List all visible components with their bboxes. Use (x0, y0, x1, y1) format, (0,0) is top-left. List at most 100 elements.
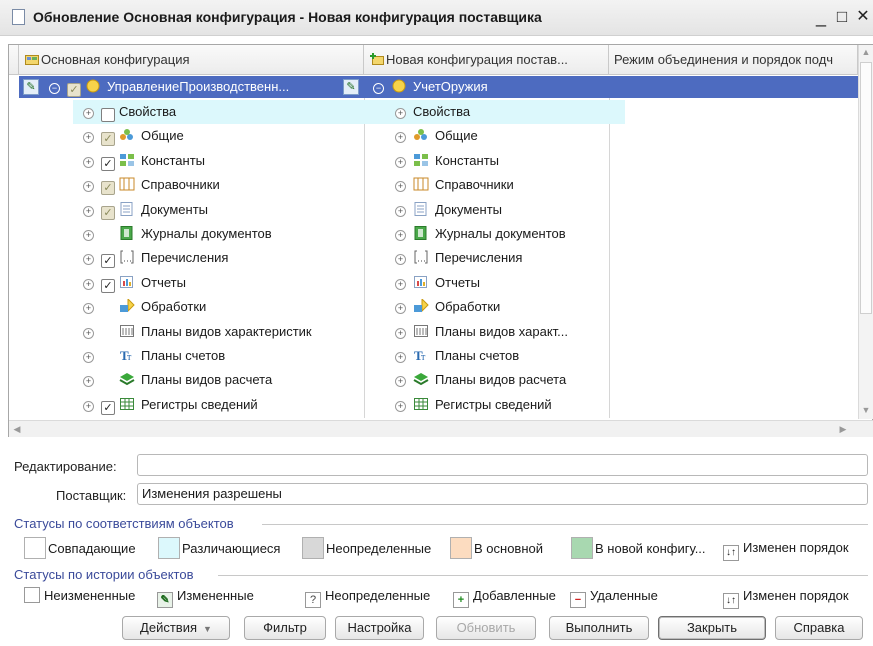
vendor-tree-item[interactable]: + Отчеты (395, 271, 480, 295)
collapse-icon[interactable]: − (373, 83, 384, 94)
column-header-mode-label: Режим объединения и порядок подч (614, 52, 834, 67)
vendor-tree-item[interactable]: + Тт Планы счетов (395, 344, 519, 368)
close-dialog-button[interactable]: Закрыть (658, 616, 766, 640)
scroll-left-arrow[interactable]: ◀ (9, 421, 25, 437)
main-tree-item[interactable]: + Обработки (83, 295, 206, 319)
tree-item-label: Общие (435, 128, 478, 144)
expand-icon[interactable]: + (395, 278, 406, 290)
vendor-tree-item[interactable]: + Документы (395, 198, 502, 222)
expand-icon[interactable]: + (395, 327, 406, 339)
main-tree-item[interactable]: + Планы видов расчета (83, 368, 272, 392)
main-tree-item[interactable]: + ✓ Регистры сведений (83, 393, 258, 417)
help-button[interactable]: Справка (775, 616, 863, 640)
vendor-tree-item[interactable]: + Обработки (395, 295, 500, 319)
expand-icon[interactable]: + (83, 278, 94, 290)
expand-icon[interactable]: + (83, 181, 94, 193)
include-checkbox[interactable]: ✓ (101, 254, 115, 269)
main-tree-item[interactable]: + ✓ Отчеты (83, 271, 186, 295)
scrollbar-thumb[interactable] (860, 62, 872, 314)
vertical-scrollbar[interactable]: ▲ ▼ (858, 45, 873, 419)
vendor-tree-item[interactable]: + Планы видов расчета (395, 368, 566, 392)
editing-field[interactable] (137, 454, 868, 476)
vendor-tree-item[interactable]: + Константы (395, 149, 499, 173)
scroll-up-arrow[interactable]: ▲ (859, 45, 873, 60)
close-button[interactable]: ✕ (853, 6, 873, 28)
vendor-tree-item[interactable]: + Журналы документов (395, 222, 566, 246)
expand-icon[interactable]: + (395, 254, 406, 266)
root-checkbox[interactable]: ✓ (67, 83, 81, 97)
minimize-button[interactable]: _ (811, 6, 831, 28)
filter-button[interactable]: Фильтр (244, 616, 326, 640)
expand-icon[interactable]: + (395, 303, 406, 315)
main-tree-item[interactable]: + ✓ Общие (83, 124, 184, 148)
vendor-tree-item[interactable]: + Справочники (395, 173, 514, 197)
expand-icon[interactable]: + (395, 181, 406, 193)
expand-icon[interactable]: + (83, 376, 94, 388)
tree-item-label: Перечисления (141, 250, 229, 266)
expand-icon[interactable]: + (395, 376, 406, 388)
refresh-button[interactable]: Обновить (436, 616, 536, 640)
maximize-button[interactable]: □ (832, 6, 852, 28)
expand-icon[interactable]: + (83, 108, 94, 119)
main-tree-item[interactable]: + ✓ Свойства (73, 100, 391, 124)
expand-icon[interactable]: + (395, 230, 406, 241)
main-tree-item[interactable]: + Журналы документов (83, 222, 272, 246)
execute-button[interactable]: Выполнить (549, 616, 649, 640)
vendor-tree-item[interactable]: + Общие (395, 124, 478, 148)
column-header-mode[interactable]: Режим объединения и порядок подч (609, 45, 858, 75)
vendor-root-row[interactable]: − УчетОружия (373, 76, 488, 98)
reports-icon (119, 275, 135, 289)
expand-icon[interactable]: + (395, 108, 406, 119)
horizontal-scrollbar[interactable]: ◀ ▶ (9, 420, 873, 437)
include-checkbox[interactable]: ✓ (101, 278, 115, 293)
expand-icon[interactable]: + (395, 352, 406, 363)
scroll-down-arrow[interactable]: ▼ (859, 403, 873, 418)
include-checkbox[interactable]: ✓ (101, 181, 115, 196)
tree-item-label: Планы видов характ... (435, 323, 569, 339)
include-checkbox[interactable]: ✓ (101, 108, 115, 122)
expand-icon[interactable]: + (395, 400, 406, 412)
scroll-right-arrow[interactable]: ▶ (835, 421, 851, 437)
main-root-row[interactable]: − ✓ УправлениеПроизводственн... (49, 76, 289, 98)
expand-icon[interactable]: + (83, 352, 94, 363)
legend-label: Неопределенные (326, 541, 432, 556)
expand-icon[interactable]: + (395, 205, 406, 217)
vendor-field[interactable]: Изменения разрешены (137, 483, 868, 505)
expand-icon[interactable]: + (83, 254, 94, 266)
expand-icon[interactable]: + (83, 303, 94, 315)
merge-toggle-main[interactable]: ✎ (19, 76, 43, 98)
main-tree-item[interactable]: + ✓ Справочники (83, 173, 220, 197)
include-checkbox[interactable]: ✓ (101, 156, 115, 171)
settings-button[interactable]: Настройка (335, 616, 424, 640)
main-tree-item[interactable]: + ✓ Константы (83, 149, 205, 173)
match-legend-item: Совпадающие (24, 537, 136, 559)
main-tree-item[interactable]: + Планы видов характеристик (83, 320, 312, 344)
vendor-tree-item[interactable]: + Перечисления (395, 246, 522, 270)
vendor-tree-item[interactable]: + Регистры сведений (395, 393, 552, 417)
main-tree-item[interactable]: + Тт Планы счетов (83, 344, 225, 368)
expand-icon[interactable]: + (83, 230, 94, 241)
include-checkbox[interactable]: ✓ (101, 132, 115, 147)
match-status-group-title: Статусы по соответствиям объектов (14, 516, 234, 531)
comparison-tree[interactable]: Основная конфигурация Новая конфигурация… (8, 44, 873, 437)
vendor-tree-item[interactable]: + Свойства (385, 100, 625, 124)
actions-menu-button[interactable]: Действия ▼ (122, 616, 230, 640)
include-checkbox[interactable]: ✓ (101, 205, 115, 220)
collapse-icon[interactable]: − (49, 83, 60, 94)
expand-icon[interactable]: + (83, 327, 94, 339)
vendor-tree-item[interactable]: + Планы видов характ... (395, 320, 568, 344)
common-icon (413, 128, 429, 142)
expand-icon[interactable]: + (83, 156, 94, 168)
accounts-icon: Тт (413, 348, 429, 363)
expand-icon[interactable]: + (395, 132, 406, 144)
expand-icon[interactable]: + (83, 132, 94, 144)
column-header-main[interactable]: Основная конфигурация (19, 45, 364, 75)
column-header-vendor[interactable]: Новая конфигурация постав... (364, 45, 609, 75)
main-tree-item[interactable]: + ✓ Перечисления (83, 246, 228, 270)
expand-icon[interactable]: + (83, 400, 94, 412)
main-tree-item[interactable]: + ✓ Документы (83, 198, 208, 222)
include-checkbox[interactable]: ✓ (101, 400, 115, 415)
merge-toggle-vendor[interactable]: ✎ (339, 76, 363, 98)
expand-icon[interactable]: + (83, 205, 94, 217)
expand-icon[interactable]: + (395, 156, 406, 168)
